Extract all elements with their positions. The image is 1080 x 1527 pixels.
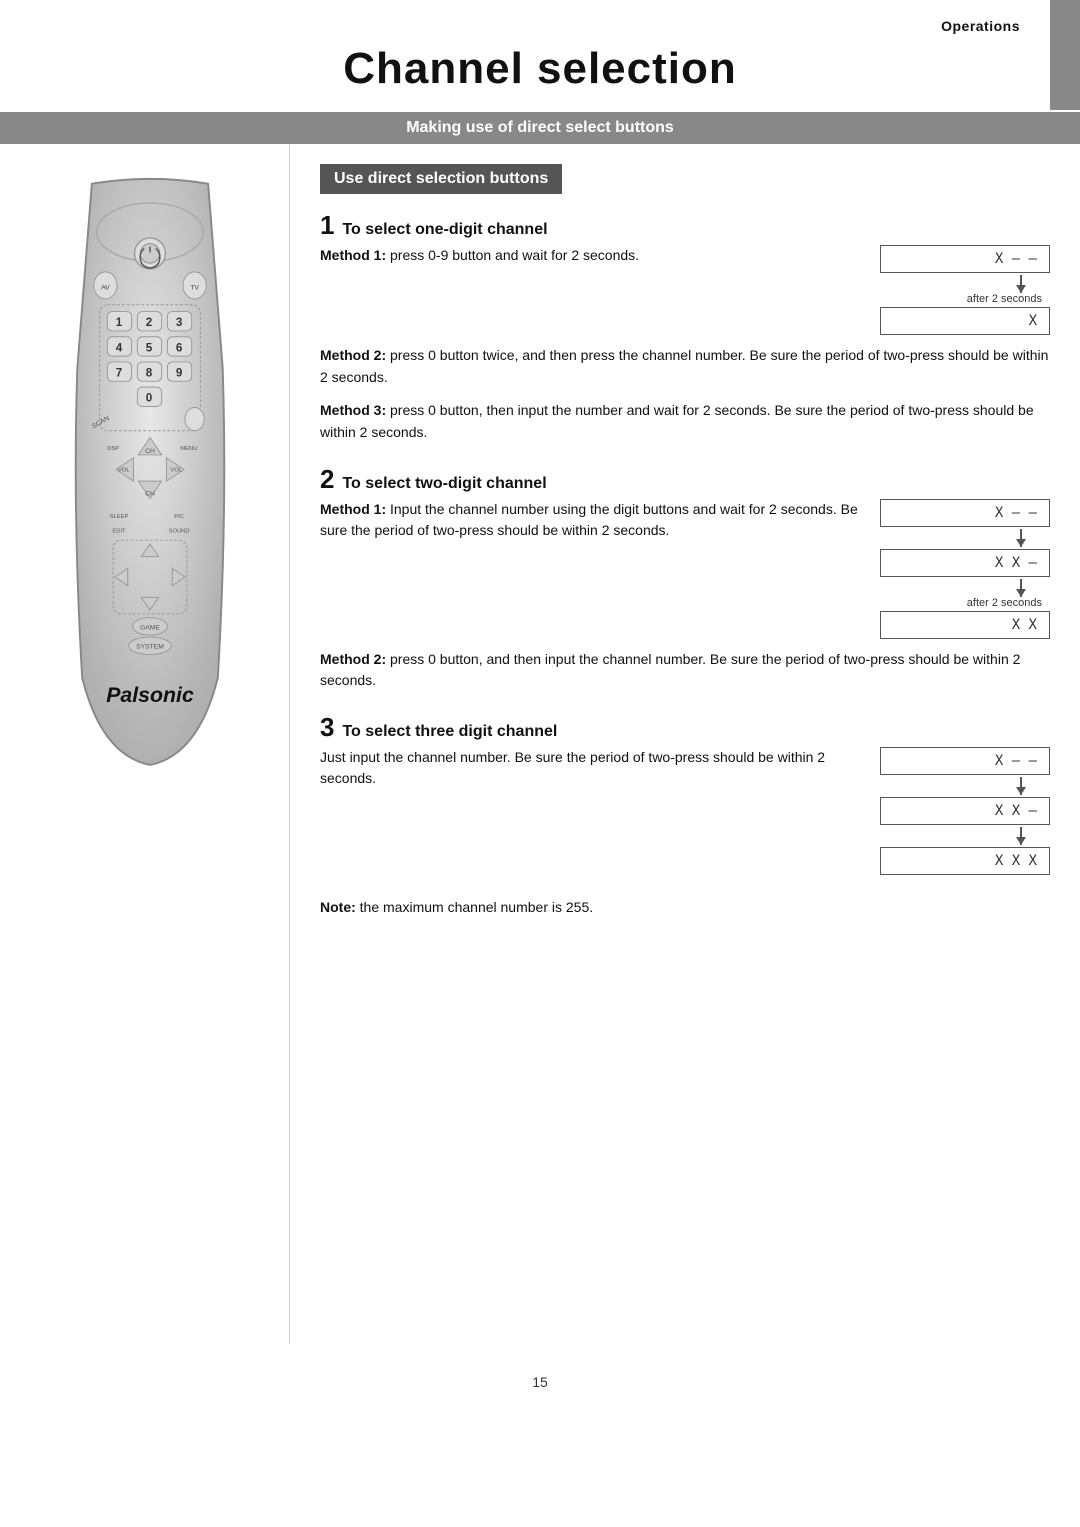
step-1-method-1-label: Method 1: [320,247,386,263]
ch-arrow-3-0 [880,775,1050,797]
svg-text:SLEEP: SLEEP [109,514,128,520]
page-title: Channel selection [0,44,1080,94]
ch-arrow-head [1016,285,1026,293]
note-paragraph: Note: the maximum channel number is 255. [320,897,1050,919]
step-2-method-1-label: Method 1: [320,501,386,517]
step-3-number: 3 [320,714,334,740]
main-layout: AV TV 1 2 3 4 5 6 7 8 [0,144,1080,1344]
step-2-title: To select two-digit channel [342,475,546,493]
svg-text:CH: CH [145,448,155,455]
svg-text:0: 0 [145,392,151,405]
svg-text:6: 6 [175,341,182,354]
step-1-method-2: Method 2: press 0 button twice, and then… [320,345,1050,388]
svg-text:CH: CH [145,491,155,498]
svg-text:EDIT: EDIT [112,528,126,534]
step-1-method-3: Method 3: press 0 button, then input the… [320,400,1050,443]
ch-box-2-0: X – – [880,499,1050,527]
header-bar [1050,0,1080,110]
svg-text:PIC: PIC [174,514,184,520]
ch-arrow-head-3-0 [1016,787,1026,795]
remote-control-image: AV TV 1 2 3 4 5 6 7 8 [30,174,270,794]
ch-box-2-2: X X [880,611,1050,639]
note-label: Note: [320,899,356,915]
ch-arrow-1 [880,273,1050,295]
svg-text:TV: TV [190,284,199,291]
svg-text:1: 1 [115,316,122,329]
svg-text:5: 5 [145,341,152,354]
ch-arrow-head-2-1 [1016,589,1026,597]
step-1-diagram: X – – after 2 seconds X [880,245,1050,335]
svg-text:SYSTEM: SYSTEM [136,644,164,651]
step-1-method-2-label: Method 2: [320,347,386,363]
svg-text:Palsonic: Palsonic [106,683,194,707]
step-1-method-2-body: press 0 button twice, and then press the… [320,347,1048,385]
svg-text:2: 2 [145,316,151,329]
ch-box-3-2: X X X [880,847,1050,875]
svg-text:VOL: VOL [118,467,130,473]
step-2-method-1-body: Input the channel number using the digit… [320,501,858,538]
step-1-method-3-body: press 0 button, then input the number an… [320,402,1034,440]
step-2-number: 2 [320,466,334,492]
step-2-header: 2 To select two-digit channel [320,466,1050,493]
svg-text:VOL: VOL [170,467,182,473]
section-banner: Making use of direct select buttons [0,112,1080,144]
step-2-method-2-body: press 0 button, and then input the chann… [320,651,1020,689]
subsection-heading: Use direct selection buttons [320,164,562,194]
svg-text:7: 7 [115,366,121,379]
svg-text:SOUND: SOUND [168,528,189,534]
step-3-method-1-body: Just input the channel number. Be sure t… [320,749,825,786]
ch-box-1-0: X – – [880,245,1050,273]
step-3-header: 3 To select three digit channel [320,714,1050,741]
ch-box-1-1: X [880,307,1050,335]
operations-label: Operations [941,18,1020,34]
ch-arrow-2-0 [880,527,1050,549]
step-3: 3 To select three digit channel Just inp… [320,714,1050,875]
step-1-title: To select one-digit channel [342,221,547,239]
step-1: 1 To select one-digit channel Method 1: … [320,212,1050,444]
ch-box-3-1: X X – [880,797,1050,825]
svg-text:AV: AV [101,284,110,291]
note-text: the maximum channel number is 255. [356,899,593,915]
step-1-header: 1 To select one-digit channel [320,212,1050,239]
step-3-method-1-text: Just input the channel number. Be sure t… [320,747,862,789]
ch-arrow-head-2-0 [1016,539,1026,547]
ch-arrow-3-1 [880,825,1050,847]
svg-text:3: 3 [175,316,182,329]
step-3-method-1: Just input the channel number. Be sure t… [320,747,1050,875]
svg-text:MENU: MENU [180,446,197,452]
ch-arrow-2-1 [880,577,1050,599]
ch-arrow-head-3-1 [1016,837,1026,845]
ch-box-2-1: X X – [880,549,1050,577]
step-2: 2 To select two-digit channel Method 1: … [320,466,1050,692]
step-1-number: 1 [320,212,334,238]
page-number: 15 [0,1374,1080,1390]
step-2-method-1: Method 1: Input the channel number using… [320,499,1050,639]
svg-text:8: 8 [145,366,152,379]
ch-box-3-0: X – – [880,747,1050,775]
step-1-method-1-text: Method 1: press 0-9 button and wait for … [320,245,862,266]
svg-text:GAME: GAME [140,624,160,631]
step-3-title: To select three digit channel [342,723,557,741]
content-panel: Use direct selection buttons 1 To select… [290,144,1080,1344]
step-2-diagram: X – – X X – after 2 seconds X X [880,499,1050,639]
step-2-method-2-label: Method 2: [320,651,386,667]
svg-text:DSP: DSP [107,446,119,452]
step-3-diagram: X – – X X – X X X [880,747,1050,875]
svg-text:4: 4 [115,341,122,354]
step-2-method-2: Method 2: press 0 button, and then input… [320,649,1050,692]
step-2-method-1-text: Method 1: Input the channel number using… [320,499,862,541]
step-1-method-3-label: Method 3: [320,402,386,418]
svg-text:9: 9 [175,366,182,379]
step-1-method-1: Method 1: press 0-9 button and wait for … [320,245,1050,335]
remote-panel: AV TV 1 2 3 4 5 6 7 8 [0,144,290,1344]
step-1-method-1-body: press 0-9 button and wait for 2 seconds. [386,247,639,263]
